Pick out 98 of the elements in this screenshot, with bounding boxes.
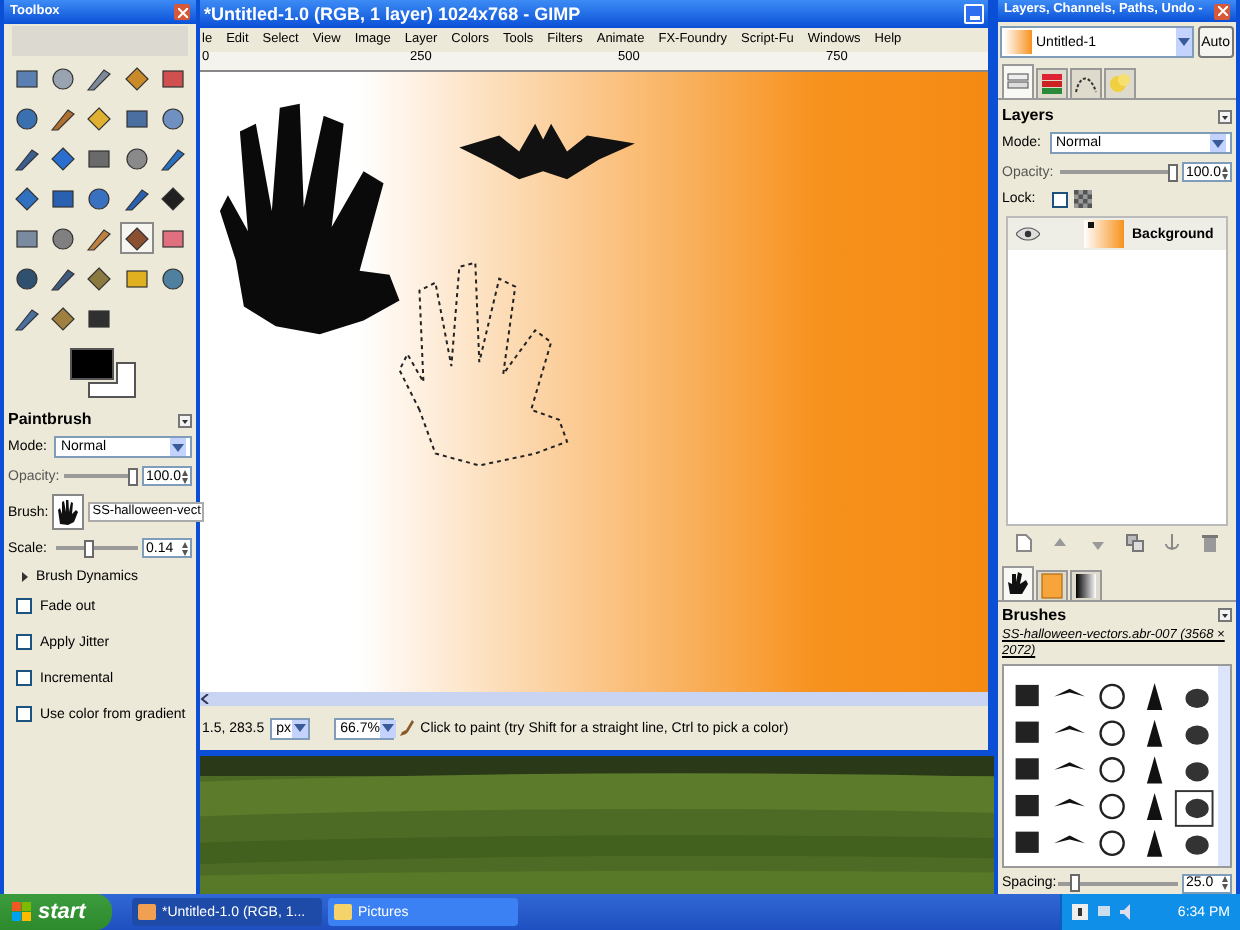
vertical-scrollbar[interactable]: [1218, 665, 1230, 866]
tool-icon: [13, 105, 40, 131]
slider-thumb[interactable]: [1069, 874, 1079, 893]
panel-title: Paintbrush: [8, 412, 92, 428]
tool-icon: [86, 145, 113, 171]
panel-menu-icon[interactable]: [178, 413, 192, 427]
close-button[interactable]: [1214, 3, 1230, 20]
tool-icon: [160, 185, 187, 211]
checkbox[interactable]: [1052, 191, 1068, 208]
hand-print-icon: [54, 498, 83, 526]
close-button[interactable]: [174, 4, 190, 20]
app-icon: [138, 904, 156, 920]
horizontal-scrollbar[interactable]: [200, 692, 988, 706]
dock-tab[interactable]: [1070, 68, 1102, 99]
tool-icon: [13, 305, 40, 331]
channels-icon: [1038, 70, 1066, 99]
tool-icon: [160, 105, 187, 131]
brushes-icon: [1004, 569, 1032, 598]
spin-arrows-icon: [1222, 165, 1228, 180]
background-color-swatch[interactable]: [88, 362, 136, 398]
duplicate-icon[interactable]: [1126, 534, 1145, 553]
caret-icon: [293, 724, 306, 732]
foreground-color-swatch[interactable]: [70, 348, 114, 380]
caret-icon: [382, 724, 394, 732]
panel-menu-icon[interactable]: [1218, 109, 1232, 124]
tool-icon: [50, 145, 77, 171]
tool-icon: [86, 185, 113, 211]
new-layer-icon[interactable]: [1016, 534, 1033, 553]
eye-icon[interactable]: [1016, 226, 1040, 243]
checkbox[interactable]: [16, 670, 32, 686]
opacity-slider[interactable]: [64, 467, 138, 485]
speaker-icon[interactable]: [1120, 904, 1136, 920]
close-icon: [1217, 6, 1227, 17]
patterns-icon: [1038, 571, 1066, 600]
dock-tab[interactable]: [1002, 565, 1034, 600]
tool-button[interactable]: [119, 222, 154, 254]
spacing-slider[interactable]: [1058, 874, 1178, 893]
tool-icon: [123, 145, 150, 171]
caret-icon: [1212, 139, 1224, 148]
tool-icon: [13, 145, 40, 171]
tool-icon: [160, 145, 187, 171]
close-icon: [177, 7, 187, 17]
folder-icon: [334, 904, 352, 920]
tool-icon: [13, 225, 40, 251]
tool-icon: [86, 305, 113, 331]
tool-icon: [50, 265, 77, 291]
tool-icon: [86, 265, 113, 291]
checker-icon: [1074, 190, 1092, 209]
windows-logo-icon: [12, 902, 32, 922]
paintbrush-icon: [400, 720, 415, 736]
checkbox[interactable]: [16, 598, 32, 614]
slider-thumb[interactable]: [128, 467, 138, 485]
spin-arrows-icon: [182, 469, 188, 483]
trash-icon[interactable]: [1201, 534, 1218, 553]
tool-icon: [123, 105, 150, 131]
anchor-icon[interactable]: [1164, 534, 1181, 553]
expander-arrow-icon[interactable]: [20, 572, 30, 582]
tool-icon: [13, 65, 40, 91]
layer-thumbnail: [1084, 220, 1124, 249]
tool-icon: [123, 185, 150, 211]
panel-title: Brushes: [1002, 607, 1067, 624]
start-button[interactable]: start: [0, 894, 112, 930]
spin-arrows-icon: [182, 541, 188, 555]
tool-icon: [50, 105, 77, 131]
spin-arrows-icon: [1222, 876, 1228, 891]
image-thumbnail: [1004, 30, 1032, 55]
slider-thumb[interactable]: [1168, 163, 1178, 182]
tool-icon: [123, 65, 150, 91]
dock-tab[interactable]: [1070, 569, 1102, 600]
tool-icon: [123, 225, 150, 251]
tool-icon: [123, 265, 150, 291]
checkbox[interactable]: [16, 706, 32, 722]
slider-thumb[interactable]: [84, 539, 95, 557]
minimize-icon: [969, 16, 979, 20]
tool-icon: [50, 65, 77, 91]
opacity-slider[interactable]: [1060, 163, 1178, 182]
tool-icon: [160, 65, 187, 91]
scale-slider[interactable]: [56, 539, 138, 557]
tool-icon: [50, 305, 77, 331]
scroll-left-icon[interactable]: [200, 694, 210, 704]
tool-icon: [86, 225, 113, 251]
tool-icon: [86, 65, 113, 91]
checkbox[interactable]: [16, 634, 32, 650]
tool-icon: [50, 185, 77, 211]
gradients-icon: [1072, 571, 1100, 600]
minimize-button[interactable]: [964, 4, 984, 24]
tool-icon: [160, 265, 187, 291]
caret-icon: [1177, 38, 1190, 47]
tool-icon: [13, 185, 40, 211]
brush-preview[interactable]: [52, 494, 85, 530]
window-title: *Untitled-1.0 (RGB, 1 layer) 1024x768 - GIMP: [204, 5, 581, 23]
tool-icon: [50, 225, 77, 251]
tool-icon: [13, 265, 40, 291]
tool-icon: [160, 225, 187, 251]
tool-icon: [86, 105, 113, 131]
panel-menu-icon[interactable]: [1218, 608, 1232, 623]
caret-icon: [172, 443, 184, 451]
panel-title: Layers: [1002, 108, 1054, 125]
